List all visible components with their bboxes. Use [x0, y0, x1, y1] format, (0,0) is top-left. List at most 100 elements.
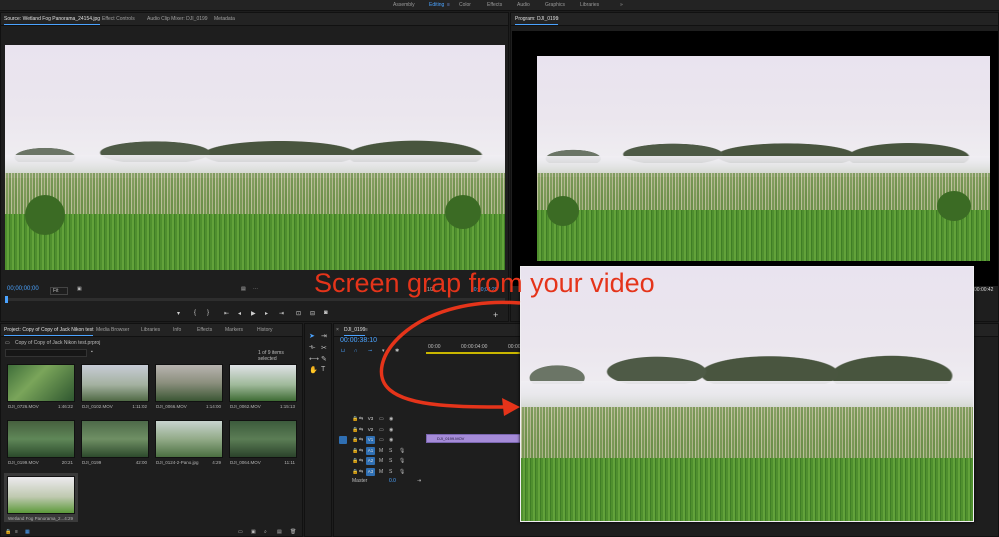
- sync-lock-icon[interactable]: ⇆: [359, 437, 363, 443]
- icon-view-icon[interactable]: ▦: [25, 529, 30, 535]
- find-icon[interactable]: ⌕: [264, 529, 267, 535]
- tab-source[interactable]: Source: Wetland Fog Panorama_24154.jpg: [4, 16, 101, 25]
- go-to-in-icon[interactable]: ⇤: [224, 310, 229, 317]
- tab-markers[interactable]: Markers: [225, 327, 243, 333]
- track-label[interactable]: V1: [366, 436, 375, 444]
- project-item-thumbnail[interactable]: [7, 420, 75, 458]
- toggle-output-icon[interactable]: ▭: [379, 437, 384, 443]
- mute-button[interactable]: M: [379, 458, 383, 464]
- solo-button[interactable]: S: [389, 448, 392, 454]
- mute-button[interactable]: M: [379, 448, 383, 454]
- ripple-edit-tool-icon[interactable]: ⟛: [309, 344, 315, 352]
- sync-lock-icon[interactable]: ⇆: [359, 448, 363, 454]
- track-lock-icon[interactable]: 🔒: [352, 469, 358, 475]
- tab-effect-controls[interactable]: Effect Controls: [102, 16, 135, 22]
- project-search-input[interactable]: [5, 349, 87, 357]
- selection-tool-icon[interactable]: ➤: [309, 332, 315, 340]
- microphone-icon[interactable]: 🎙: [399, 448, 405, 454]
- track-lock-icon[interactable]: 🔒: [352, 448, 358, 454]
- new-bin-bottom-icon[interactable]: ▭: [238, 529, 243, 535]
- tab-media-browser[interactable]: Media Browser: [96, 327, 129, 333]
- snap-icon[interactable]: ∩: [354, 348, 358, 354]
- project-item-thumbnail[interactable]: [7, 476, 75, 514]
- solo-button[interactable]: S: [389, 458, 392, 464]
- microphone-icon[interactable]: 🎙: [399, 469, 405, 475]
- sync-lock-icon[interactable]: ⇆: [359, 469, 363, 475]
- workspace-tab-assembly[interactable]: Assembly: [393, 2, 415, 8]
- new-bin-icon[interactable]: ▪: [91, 349, 93, 355]
- mark-out-icon[interactable]: }: [207, 310, 209, 316]
- overwrite-icon[interactable]: ⊟: [310, 310, 315, 317]
- track-label[interactable]: V2: [366, 426, 375, 434]
- tab-sequence[interactable]: DJI_0199: [344, 327, 366, 336]
- insert-icon[interactable]: ⊡: [296, 310, 301, 317]
- sync-lock-icon[interactable]: ⇆: [359, 427, 363, 433]
- tab-effects[interactable]: Effects: [197, 327, 212, 333]
- marker-icon[interactable]: ▾: [177, 310, 180, 317]
- close-sequence-icon[interactable]: ×: [336, 327, 339, 333]
- tab-program[interactable]: Program: DJI_0199: [515, 16, 559, 25]
- more-workspaces-icon[interactable]: »: [620, 2, 623, 8]
- track-lock-icon[interactable]: 🔒: [352, 437, 358, 443]
- go-to-out-icon[interactable]: ⇥: [279, 310, 284, 317]
- track-label[interactable]: A2: [366, 457, 375, 465]
- project-item-thumbnail[interactable]: [155, 420, 223, 458]
- sync-lock-icon[interactable]: ⇆: [359, 458, 363, 464]
- project-item-thumbnail[interactable]: [81, 364, 149, 402]
- step-back-icon[interactable]: ◂: [238, 310, 241, 317]
- timeline-clip[interactable]: DJI_0199.MOV: [426, 434, 522, 443]
- eye-icon[interactable]: ◉: [389, 427, 393, 433]
- workspace-tab-color[interactable]: Color: [459, 2, 471, 8]
- razor-tool-icon[interactable]: ✂: [321, 344, 327, 352]
- workspace-menu-icon[interactable]: ≡: [447, 2, 450, 8]
- track-label[interactable]: A1: [366, 446, 375, 455]
- solo-button[interactable]: S: [389, 469, 392, 475]
- workspace-tab-editing[interactable]: Editing: [429, 2, 444, 8]
- track-lock-icon[interactable]: 🔒: [352, 458, 358, 464]
- tab-libraries[interactable]: Libraries: [141, 327, 160, 333]
- hand-tool-icon[interactable]: ✋: [309, 366, 318, 374]
- master-value[interactable]: 0.0: [389, 478, 396, 484]
- track-lock-icon[interactable]: 🔒: [352, 427, 358, 433]
- type-tool-icon[interactable]: T: [321, 366, 325, 373]
- track-lock-icon[interactable]: 🔒: [352, 416, 358, 422]
- workspace-tab-libraries[interactable]: Libraries: [580, 2, 599, 8]
- project-item-thumbnail[interactable]: [81, 420, 149, 458]
- lock-icon[interactable]: 🔒: [5, 529, 11, 535]
- program-menu-icon[interactable]: ≡: [556, 16, 559, 22]
- list-view-icon[interactable]: ≡: [15, 529, 18, 535]
- new-item-icon[interactable]: ▣: [251, 529, 256, 535]
- workspace-tab-audio[interactable]: Audio: [517, 2, 530, 8]
- tab-audio-clip-mixer[interactable]: Audio Clip Mixer: DJI_0199: [147, 16, 208, 22]
- drag-video-icon[interactable]: ▤: [241, 286, 246, 292]
- tab-project[interactable]: Project: Copy of Copy of Jack Nikon test: [4, 327, 94, 336]
- track-select-tool-icon[interactable]: ⇥: [321, 332, 327, 340]
- workspace-tab-graphics[interactable]: Graphics: [545, 2, 565, 8]
- toggle-output-icon[interactable]: ▭: [379, 427, 384, 433]
- eye-icon[interactable]: ◉: [389, 437, 393, 443]
- tab-metadata[interactable]: Metadata: [214, 16, 235, 22]
- tab-history[interactable]: History: [257, 327, 273, 333]
- play-icon[interactable]: ▶: [251, 310, 256, 317]
- project-item-thumbnail[interactable]: [155, 364, 223, 402]
- source-timecode[interactable]: 00;00;00;00: [7, 286, 39, 292]
- fit-dropdown[interactable]: Fit: [50, 287, 68, 295]
- tab-info[interactable]: Info: [173, 327, 181, 333]
- nest-icon[interactable]: ⊔: [341, 348, 345, 354]
- track-label[interactable]: A3: [366, 467, 375, 476]
- source-patch-v1[interactable]: [339, 436, 347, 444]
- step-forward-icon[interactable]: ▸: [265, 310, 268, 317]
- project-item-thumbnail[interactable]: [229, 364, 297, 402]
- slip-tool-icon[interactable]: ⟷: [309, 355, 319, 363]
- project-item-thumbnail[interactable]: [229, 420, 297, 458]
- export-frame-icon[interactable]: ◙: [324, 310, 328, 316]
- workspace-tab-effects[interactable]: Effects: [487, 2, 502, 8]
- project-item-thumbnail[interactable]: [7, 364, 75, 402]
- clear-icon[interactable]: ▤: [277, 529, 282, 535]
- source-playhead[interactable]: [5, 296, 8, 303]
- mute-button[interactable]: M: [379, 469, 383, 475]
- settings-icon[interactable]: ▣: [77, 286, 82, 292]
- sequence-menu-icon[interactable]: ≡: [365, 327, 368, 333]
- microphone-icon[interactable]: 🎙: [399, 458, 405, 464]
- sync-lock-icon[interactable]: ⇆: [359, 416, 363, 422]
